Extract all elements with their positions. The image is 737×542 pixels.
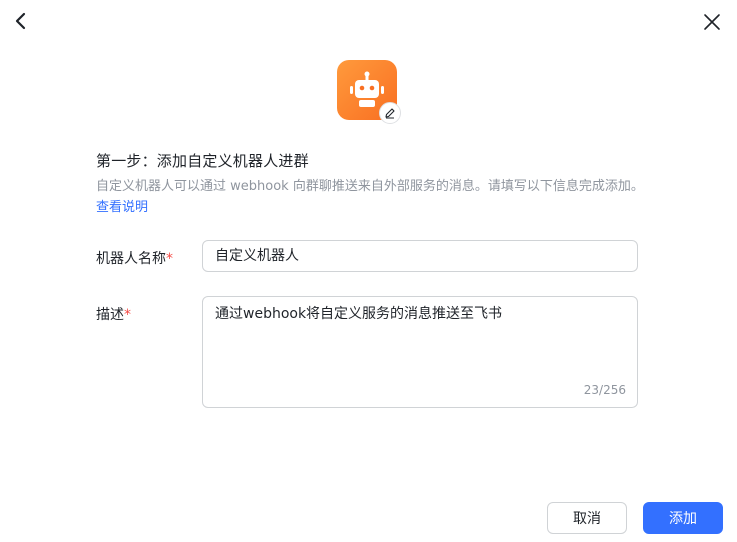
close-button[interactable] — [701, 11, 723, 33]
description-label-text: 描述 — [96, 307, 124, 323]
bot-name-input[interactable]: 自定义机器人 — [202, 240, 638, 272]
edit-avatar-button[interactable] — [379, 102, 401, 124]
cancel-button[interactable]: 取消 — [547, 502, 627, 534]
description-textarea[interactable]: 通过webhook将自定义服务的消息推送至飞书 23/256 — [202, 296, 638, 408]
description-label: 描述* — [96, 304, 131, 324]
chevron-left-icon — [15, 12, 26, 30]
bot-name-value: 自定义机器人 — [215, 248, 299, 264]
description-text: 自定义机器人可以通过 webhook 向群聊推送来自外部服务的消息。请填写以下信… — [96, 179, 644, 194]
step-title: 第一步：添加自定义机器人进群 — [96, 152, 309, 170]
step-description: 自定义机器人可以通过 webhook 向群聊推送来自外部服务的消息。请填写以下信… — [96, 176, 656, 218]
char-counter: 23/256 — [583, 383, 626, 397]
bot-name-label: 机器人名称* — [96, 248, 173, 268]
pencil-icon — [385, 108, 395, 119]
add-bot-dialog: 第一步：添加自定义机器人进群 自定义机器人可以通过 webhook 向群聊推送来… — [0, 0, 737, 542]
bot-name-label-text: 机器人名称 — [96, 251, 166, 267]
bot-avatar[interactable] — [337, 60, 401, 124]
add-button[interactable]: 添加 — [643, 502, 723, 534]
view-instructions-link[interactable]: 查看说明 — [96, 200, 148, 215]
back-button[interactable] — [10, 10, 32, 32]
description-value: 通过webhook将自定义服务的消息推送至飞书 — [215, 306, 503, 322]
required-mark: * — [166, 251, 173, 267]
close-icon — [704, 14, 720, 30]
required-mark: * — [124, 307, 131, 323]
